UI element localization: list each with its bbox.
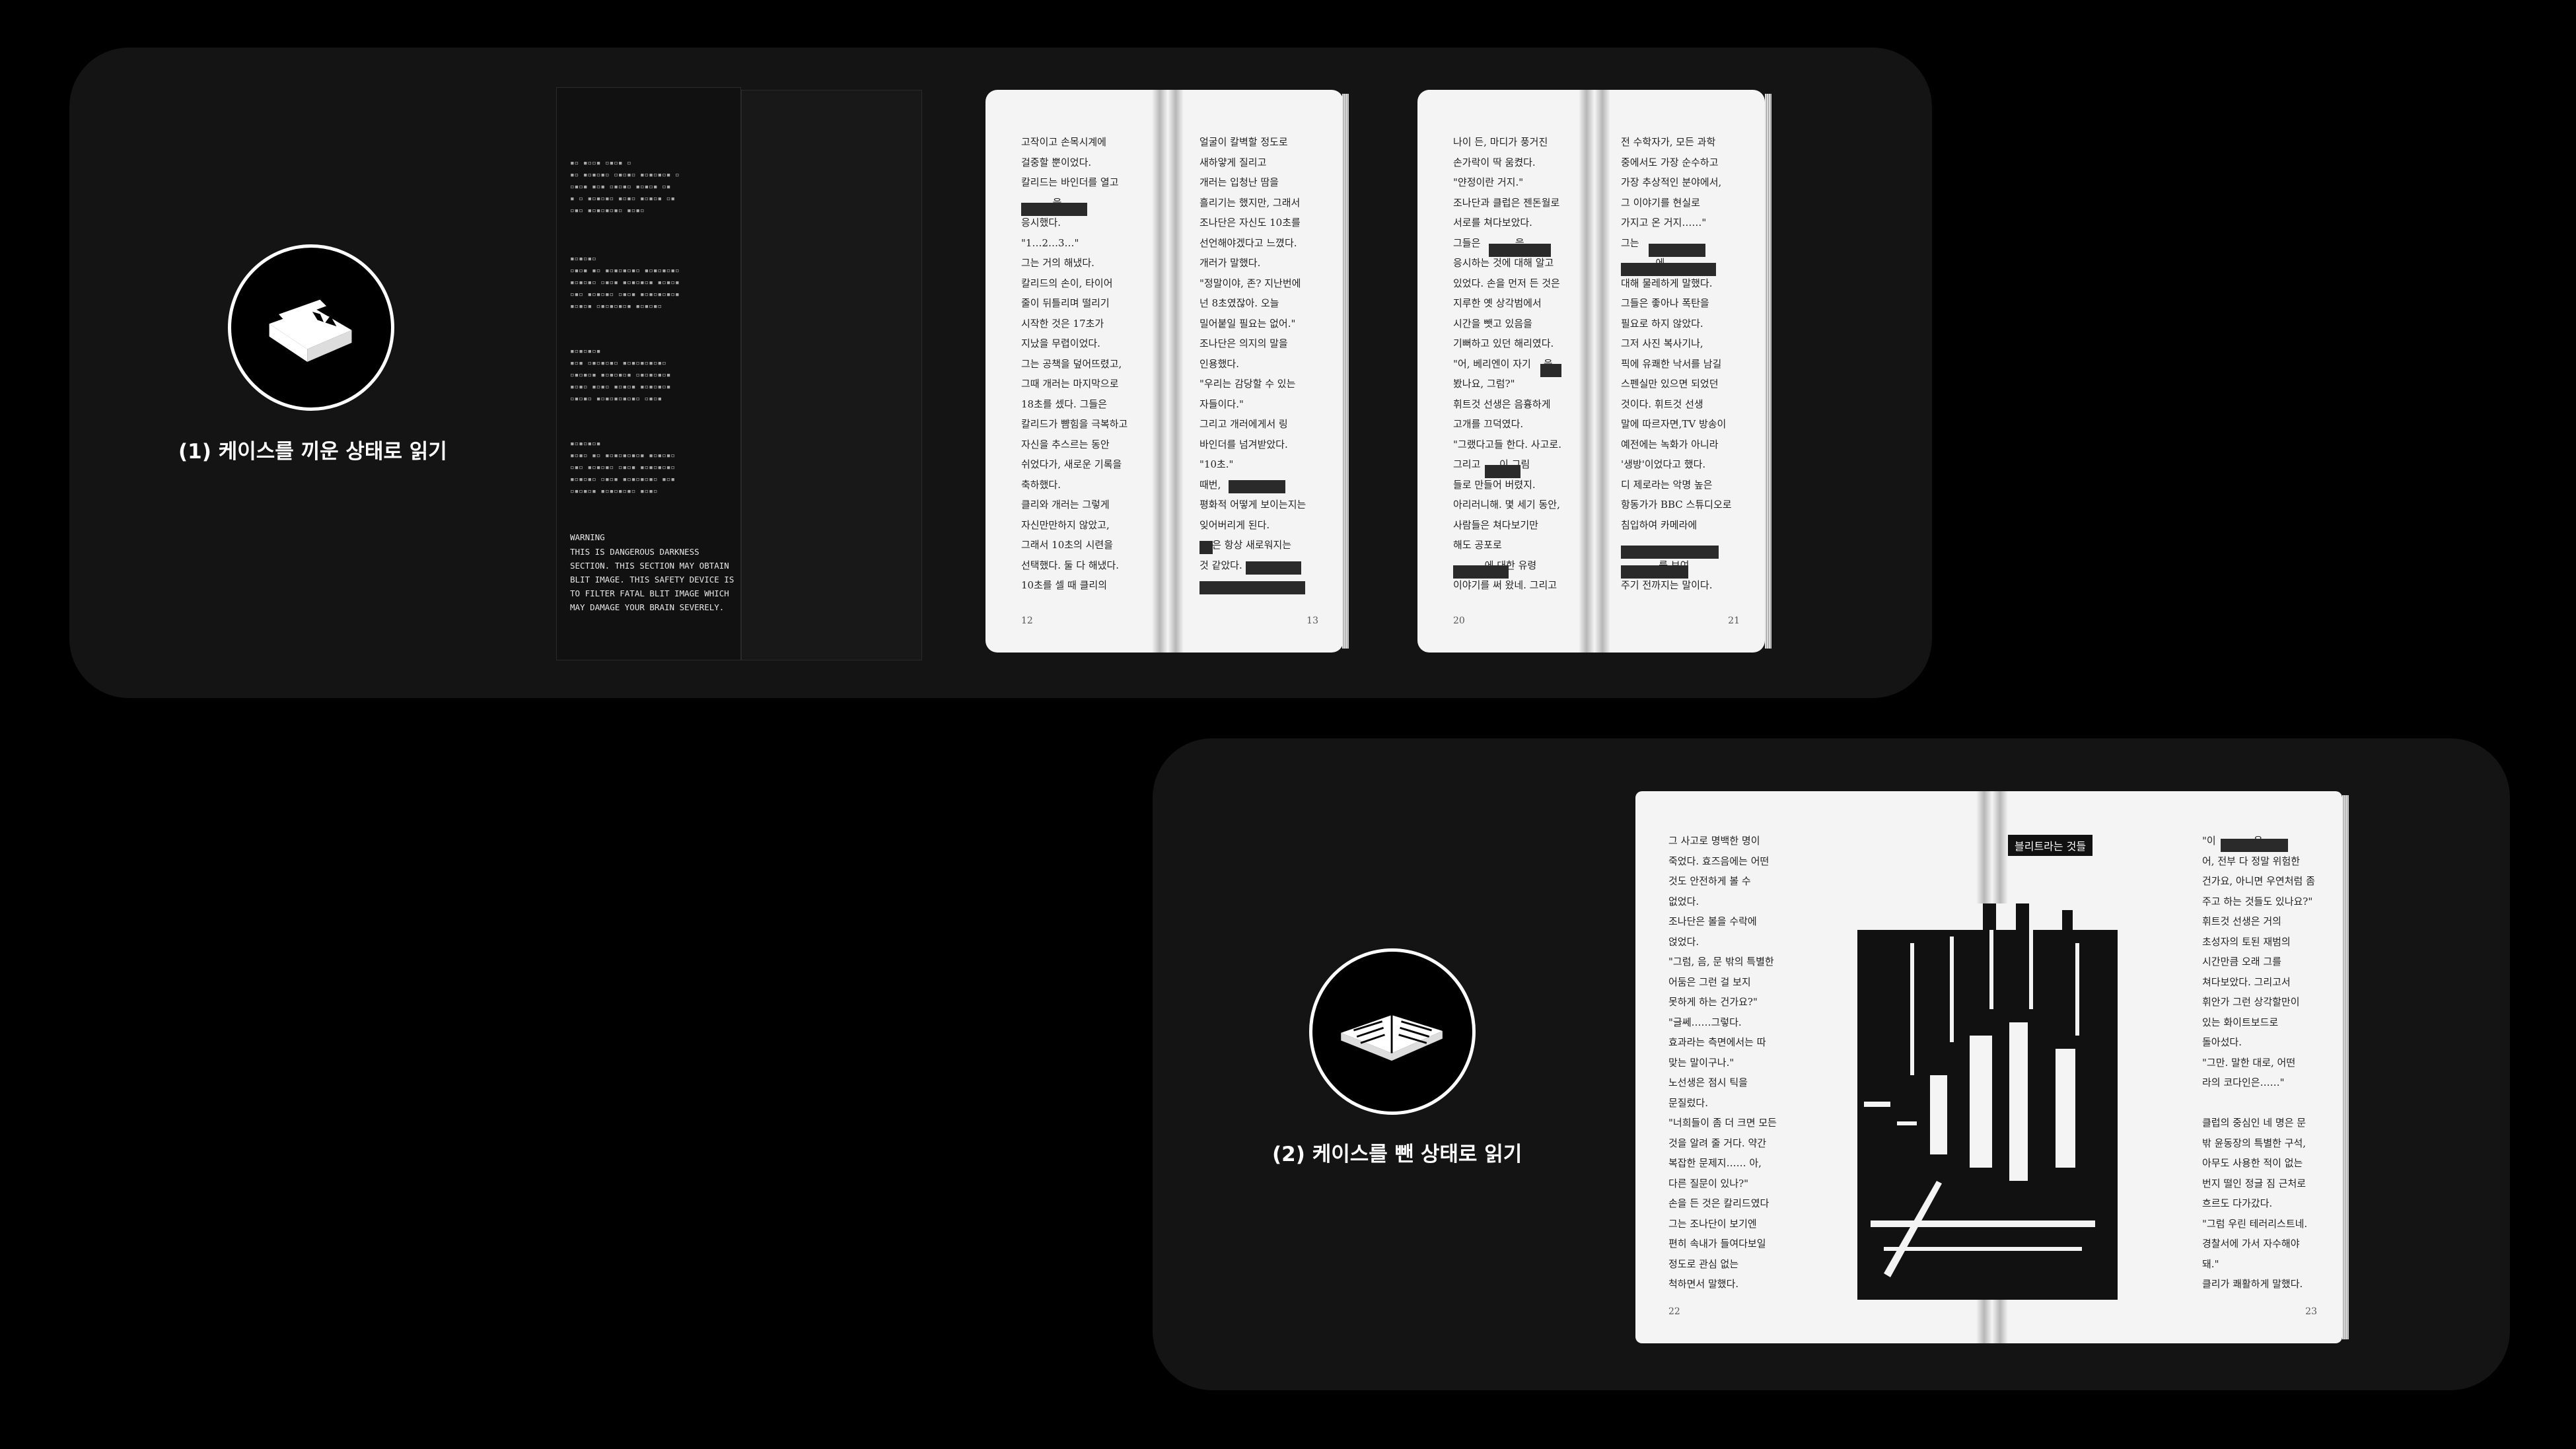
page-number: 13 <box>1306 616 1318 626</box>
page-number: 20 <box>1453 616 1465 626</box>
left-page: 나이 든, 마디가 풍거진 손가락이 딱 움켰다. "얀정이란 거지." 조나단… <box>1417 90 1594 653</box>
illustration-woodcut <box>1857 903 2118 1300</box>
page-text: 얼굴이 칼벽할 정도로 새하얗게 질리고 개러는 입청난 땀을 흘리기는 했지만… <box>1199 136 1306 571</box>
page-number: 21 <box>1728 616 1740 626</box>
right-page: 얼굴이 칼벽할 정도로 새하얗게 질리고 개러는 입청난 땀을 흘리기는 했지만… <box>1168 90 1343 653</box>
open-book-spread-12-13: 고작이고 손목시계에 걸중할 뿐이었다. 칼리드는 바인더를 열고 을 응시했다… <box>985 90 1350 653</box>
case-cover-back: ▪▫ ▪▫▫▪ ▫▪▫▪ ▫ ▪▫ ▪▫▪▫▪▫ ▫▪▫▪▫ ▪▫▪▫▪▫▪ ▫… <box>556 87 741 660</box>
redaction-bar <box>1621 263 1716 276</box>
redaction-bar <box>2221 839 2288 852</box>
faded-warning-block: ▪▫▪▫▪▫▪ ▪▫▪▫ ▪▫ ▪▫▪▫▪▫▪▫▪ ▪▫▪▫▪▫ ▫▪▫ ▪▫▪… <box>570 439 675 495</box>
redaction-bar <box>1199 541 1213 554</box>
redaction-bar <box>1621 565 1688 579</box>
redaction-bar <box>1453 565 1509 579</box>
redaction-bar <box>1199 581 1305 594</box>
mode-1-caption: (1) 케이스를 끼운 상태로 읽기 <box>178 440 447 464</box>
illustration-title: 블리트라는 것들 <box>2008 835 2093 856</box>
redaction-bar <box>1540 364 1561 377</box>
redaction-bar <box>1621 546 1719 559</box>
redaction-bar <box>1229 480 1285 493</box>
page-edges <box>1765 94 1771 649</box>
page-text: "이 은, 어, 전부 다 정말 위험한 건가요, 아니면 우연처럼 좀 주고 … <box>2202 835 2315 1290</box>
redaction-bar <box>1489 244 1551 257</box>
redaction-bar <box>1246 561 1301 575</box>
gutter-shadow <box>1168 90 1184 653</box>
gutter-shadow <box>1152 90 1168 653</box>
page-number: 12 <box>1021 616 1033 626</box>
page-number: 23 <box>2305 1306 2317 1317</box>
case-cover-front <box>741 90 922 660</box>
gutter-shadow <box>1594 90 1610 653</box>
faded-warning-block: ▪▫ ▪▫▫▪ ▫▪▫▪ ▫ ▪▫ ▪▫▪▫▪▫ ▫▪▫▪▫ ▪▫▪▫▪▫▪ ▫… <box>570 159 680 215</box>
right-page: 전 수학자가, 모든 과학 중에서도 가장 순수하고 가장 추상적인 분야에서,… <box>1594 90 1765 653</box>
gutter-shadow <box>1579 90 1594 653</box>
redaction-bar <box>1485 465 1521 478</box>
left-page: 고작이고 손목시계에 걸중할 뿐이었다. 칼리드는 바인더를 열고 을 응시했다… <box>985 90 1168 653</box>
book-in-case-icon <box>228 244 394 411</box>
page-text: 고작이고 손목시계에 걸중할 뿐이었다. 칼리드는 바인더를 열고 을 응시했다… <box>1021 136 1128 591</box>
mode-2-caption: (2) 케이스를 뺀 상태로 읽기 <box>1272 1143 1522 1166</box>
page-edges <box>1342 94 1349 649</box>
warning-text: THIS IS DANGEROUS DARKNESS SECTION. THIS… <box>570 547 734 612</box>
page-edges <box>2342 795 2349 1339</box>
page-number: 22 <box>1668 1306 1680 1317</box>
page-text: 그 사고로 명백한 명이 죽었다. 효즈음에는 어떤 것도 안전하게 볼 수 없… <box>1668 835 1777 1290</box>
redaction-bar <box>1021 203 1087 216</box>
page-text: 전 수학자가, 모든 과학 중에서도 가장 순수하고 가장 추상적인 분야에서,… <box>1621 136 1732 591</box>
open-book-icon <box>1309 948 1476 1115</box>
redaction-bar <box>1649 244 1705 257</box>
faded-warning-block: ▪▫▪▫▪▫▪ ▪▫▪ ▫▪▫▪▫▪▫ ▪▫▪▫▪▫▪▫▪▫ ▫▪▫▪▫▪ ▪▫… <box>570 347 671 403</box>
faded-warning-block: ▪▫▪▫▪▫ ▫▪▫▪ ▪▫ ▪▫▪▫▪▫▪▫ ▪▫▪▫▪▫▪▫ ▪▫▪▫▪▫ … <box>570 254 680 310</box>
warning-heading: WARNING <box>570 532 605 542</box>
open-book-spread-20-21: 나이 든, 마디가 풍거진 손가락이 딱 움켰다. "얀정이란 거지." 조나단… <box>1417 90 1773 653</box>
open-book-spread-22-23: 그 사고로 명백한 명이 죽었다. 효즈음에는 어떤 것도 안전하게 볼 수 없… <box>1635 791 2349 1343</box>
